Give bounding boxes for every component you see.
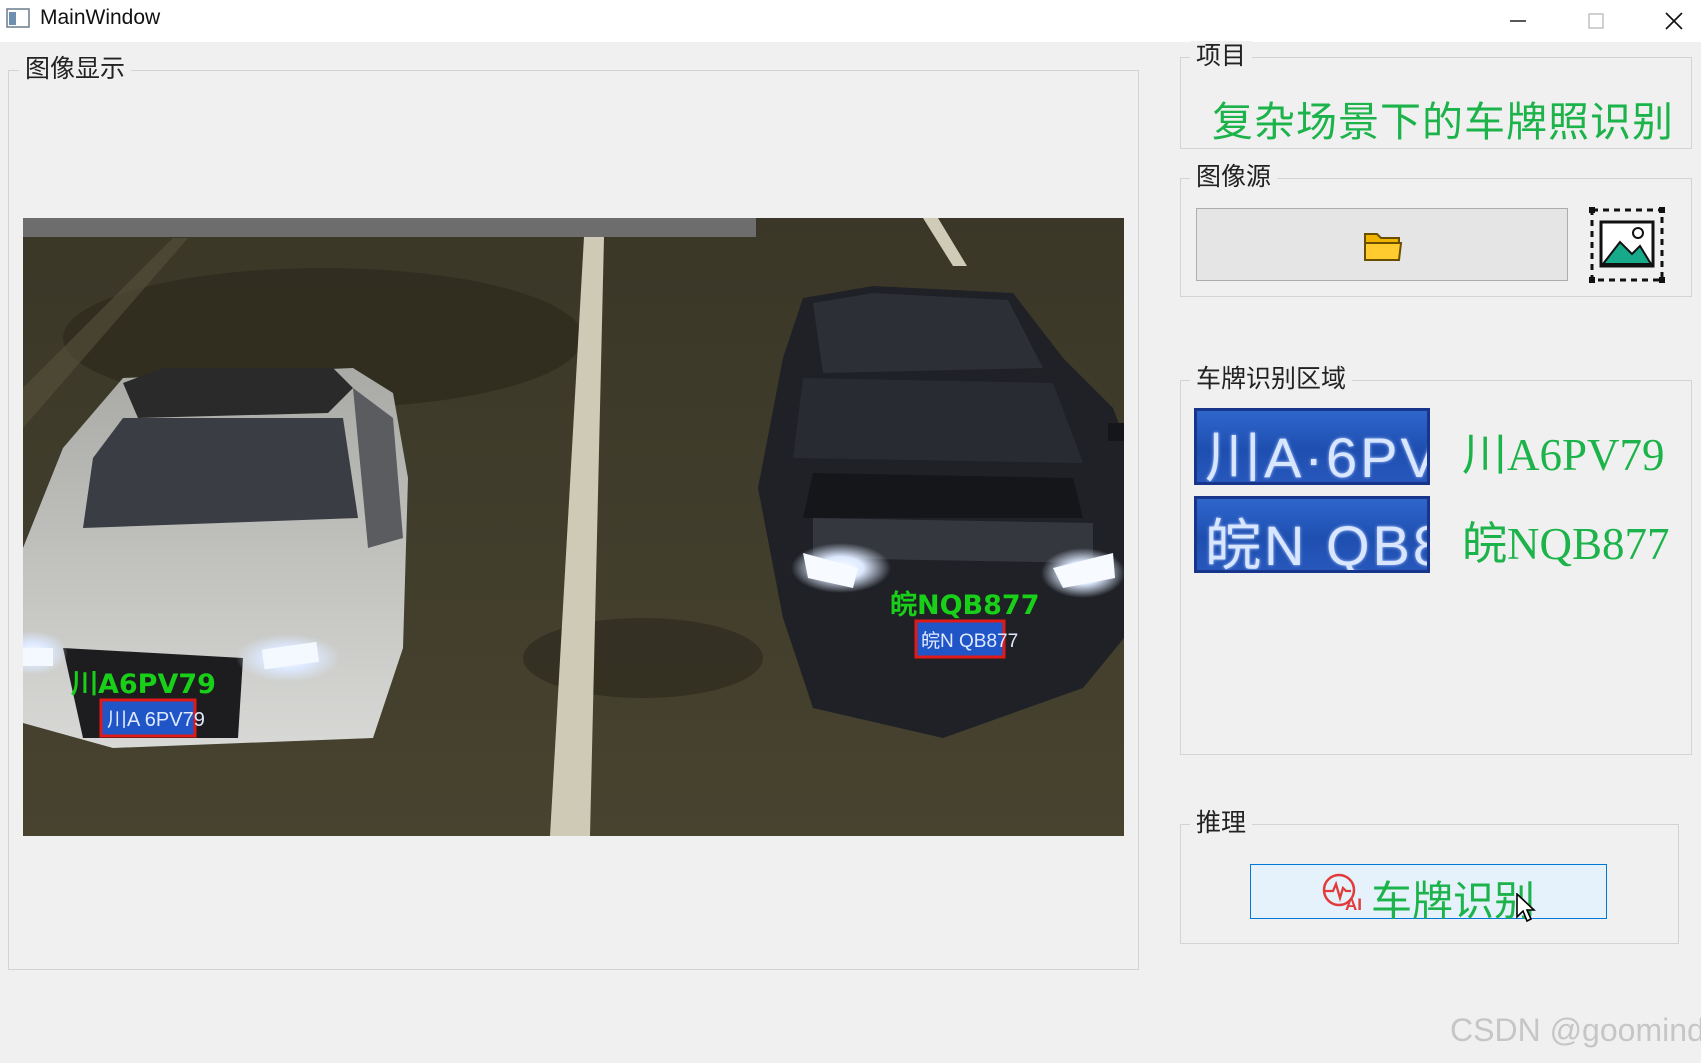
mouse-cursor-icon	[1516, 893, 1536, 923]
close-icon	[1665, 12, 1683, 30]
detection-label-2: 皖NQB877	[890, 590, 1040, 621]
image-source-title: 图像源	[1190, 162, 1278, 192]
maximize-button[interactable]	[1557, 0, 1635, 42]
folder-icon	[1364, 233, 1403, 261]
detection-label-1: 川A6PV79	[71, 669, 216, 700]
minimize-button[interactable]	[1479, 0, 1557, 42]
ai-pulse-icon: AI	[1322, 873, 1362, 912]
plate-result-1: 川A6PV79	[1462, 430, 1665, 480]
project-name: 复杂场景下的车牌照识别	[1212, 98, 1674, 146]
open-file-button[interactable]	[1196, 208, 1568, 281]
svg-text:AI: AI	[1345, 895, 1362, 912]
detection-plate-text-1: 川A 6PV79	[107, 709, 205, 731]
minimize-icon	[1510, 20, 1526, 22]
plate-image-2: 皖N QB877	[1194, 496, 1430, 573]
load-image-button[interactable]	[1588, 206, 1666, 284]
title-bar: MainWindow	[0, 0, 1701, 42]
detection-plate-text-2: 皖N QB877	[921, 630, 1018, 652]
plate-region-title: 车牌识别区域	[1190, 364, 1353, 394]
image-icon	[1589, 207, 1665, 283]
plate-result-2: 皖NQB877	[1462, 519, 1670, 569]
image-display-title: 图像显示	[19, 54, 132, 84]
plate-image-1: 川A·6PV79	[1194, 408, 1430, 485]
close-button[interactable]	[1635, 0, 1701, 42]
maximize-icon	[1588, 13, 1604, 29]
app-icon	[6, 8, 30, 28]
recognize-plate-label: 车牌识别	[1371, 877, 1535, 925]
window-title: MainWindow	[40, 6, 161, 29]
plate-image-text-1: 川A·6PV79	[1205, 426, 1427, 485]
project-group-title: 项目	[1190, 41, 1253, 71]
recognize-plate-button[interactable]: AI 车牌识别	[1250, 864, 1607, 925]
watermark: CSDN @goomind	[1450, 1012, 1701, 1048]
inference-title: 推理	[1190, 808, 1253, 838]
plate-image-text-2: 皖N QB877	[1205, 514, 1427, 573]
scene-svg: 川A 6PV79 川A6PV79 皖N QB877 皖NQB877	[23, 218, 1124, 836]
scene-image: 川A 6PV79 川A6PV79 皖N QB877 皖NQB877	[23, 218, 1124, 836]
